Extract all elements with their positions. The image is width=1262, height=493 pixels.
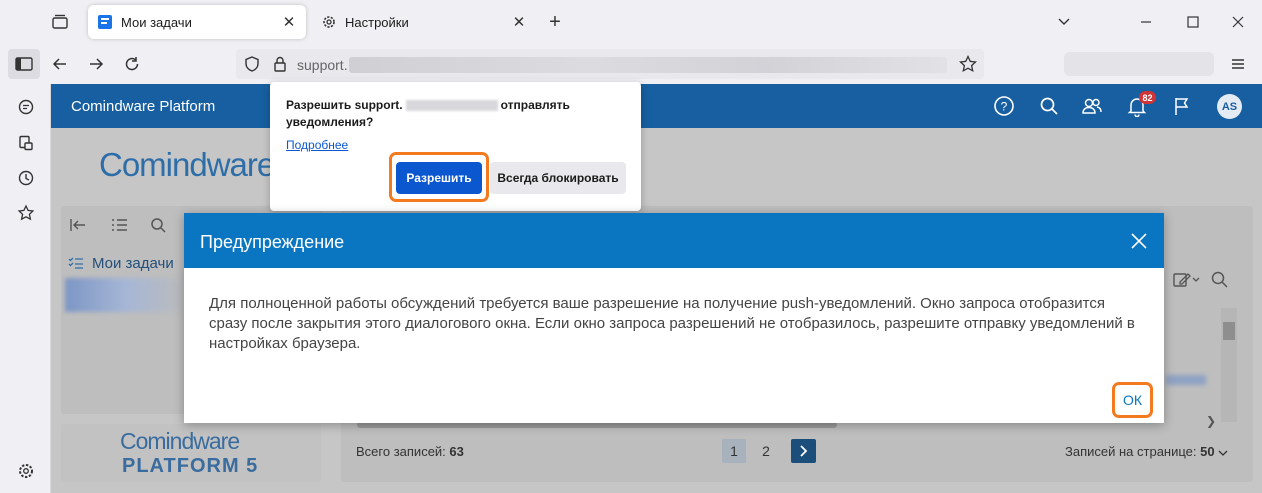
notification-permission-popup: Разрешить support. отправлять уведомления… [270,82,641,211]
bookmark-star-icon[interactable] [958,54,978,74]
flag-icon[interactable] [1171,95,1193,117]
page-1-button[interactable]: 1 [722,439,746,463]
redacted-domain [405,100,498,112]
minimize-icon[interactable] [1136,12,1156,32]
allow-button[interactable]: Разрешить [396,162,482,194]
help-icon[interactable]: ? [993,95,1015,117]
tab-label: Мои задачи [121,14,192,30]
tab-label: Настройки [345,14,409,30]
ok-button[interactable]: ОК [1117,388,1148,412]
notification-badge: 82 [1139,91,1156,104]
back-icon[interactable] [50,54,70,74]
app-title[interactable]: Comindware Platform [71,98,215,115]
platform-logo-line2: PLATFORM 5 [122,455,259,477]
records-per-page[interactable]: Записей на странице: 50 [1065,444,1228,459]
close-window-icon[interactable] [1228,12,1248,32]
always-block-button[interactable]: Всегда блокировать [490,162,626,194]
avatar[interactable]: AS [1217,94,1242,119]
forward-icon[interactable] [86,54,106,74]
dialog-message: Для полноценной работы обсуждений требуе… [209,295,1135,352]
comindware-logo: Comindware [99,146,275,183]
svg-text:?: ? [1001,100,1008,114]
tasks-list-icon [68,256,84,270]
page-2-button[interactable]: 2 [754,439,778,463]
url-redacted [349,57,947,73]
page-icon [97,14,113,30]
list-tabs-icon[interactable] [1054,12,1074,32]
menu-icon[interactable] [1228,54,1248,74]
redacted-list [65,278,185,312]
sidebar-toggle-icon[interactable] [8,49,40,79]
sidebar-settings-icon[interactable] [16,461,36,481]
close-icon[interactable] [1128,230,1150,252]
panel-search-icon[interactable] [149,216,169,234]
url-text[interactable]: support. [297,57,348,73]
chevron-down-icon [1218,449,1228,457]
reload-icon[interactable] [122,54,142,74]
edit-icon[interactable] [1172,270,1204,290]
warning-dialog: Предупреждение Для полноценной работы об… [184,213,1164,423]
tab-settings[interactable]: Настройки ✕ [312,5,536,39]
gear-icon [321,14,337,30]
dialog-title: Предупреждение [200,232,345,252]
lock-icon[interactable] [270,54,290,74]
chatbot-icon[interactable] [16,97,36,117]
tab-my-tasks[interactable]: Мои задачи ✕ [88,5,306,39]
maximize-icon[interactable] [1183,12,1203,32]
synced-tabs-icon[interactable] [16,133,36,153]
learn-more-link[interactable]: Подробнее [286,138,348,152]
extensions-redacted [1064,52,1214,76]
permission-question: Разрешить support. отправлять уведомления… [286,98,570,129]
close-tab-icon[interactable]: ✕ [278,11,300,33]
collapse-icon[interactable] [68,216,88,234]
table-search-icon[interactable] [1210,270,1230,290]
redacted-cell [1166,375,1206,385]
list-view-icon[interactable] [109,216,129,234]
close-tab-icon[interactable]: ✕ [508,11,530,33]
nav-my-tasks[interactable]: Мои задачи [92,255,174,272]
scrollbar[interactable] [1221,308,1237,422]
shield-icon[interactable] [242,54,262,74]
history-icon[interactable] [16,168,36,188]
total-records: Всего записей: 63 [356,444,464,459]
scroll-right-icon[interactable]: ❯ [1206,414,1218,428]
users-icon[interactable] [1081,95,1103,117]
search-icon[interactable] [1038,95,1060,117]
new-tab-icon[interactable]: + [545,12,565,32]
tab-overview-icon[interactable] [50,12,70,32]
bookmarks-icon[interactable] [16,203,36,223]
platform-logo-line1: Comindware [120,428,240,454]
next-page-button[interactable] [791,439,816,463]
